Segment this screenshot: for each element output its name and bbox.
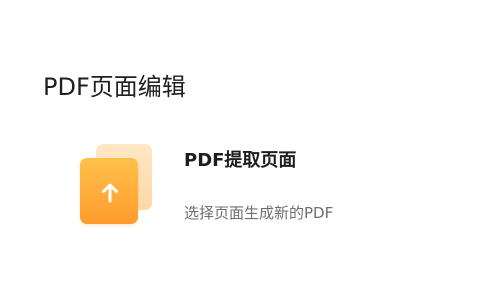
- section-title: PDF页面编辑: [43, 73, 186, 101]
- pdf-extract-pages-card[interactable]: PDF提取页面 选择页面生成新的PDF: [72, 138, 432, 238]
- card-title: PDF提取页面: [184, 150, 297, 171]
- pdf-extract-pages-icon: [78, 144, 154, 224]
- card-description: 选择页面生成新的PDF: [184, 204, 334, 222]
- document-front-icon: [80, 158, 138, 224]
- upload-arrow-icon: [102, 183, 118, 203]
- pdf-page-edit-panel: PDF页面编辑 PDF提取页面 选择页面生成新的PDF: [0, 0, 500, 300]
